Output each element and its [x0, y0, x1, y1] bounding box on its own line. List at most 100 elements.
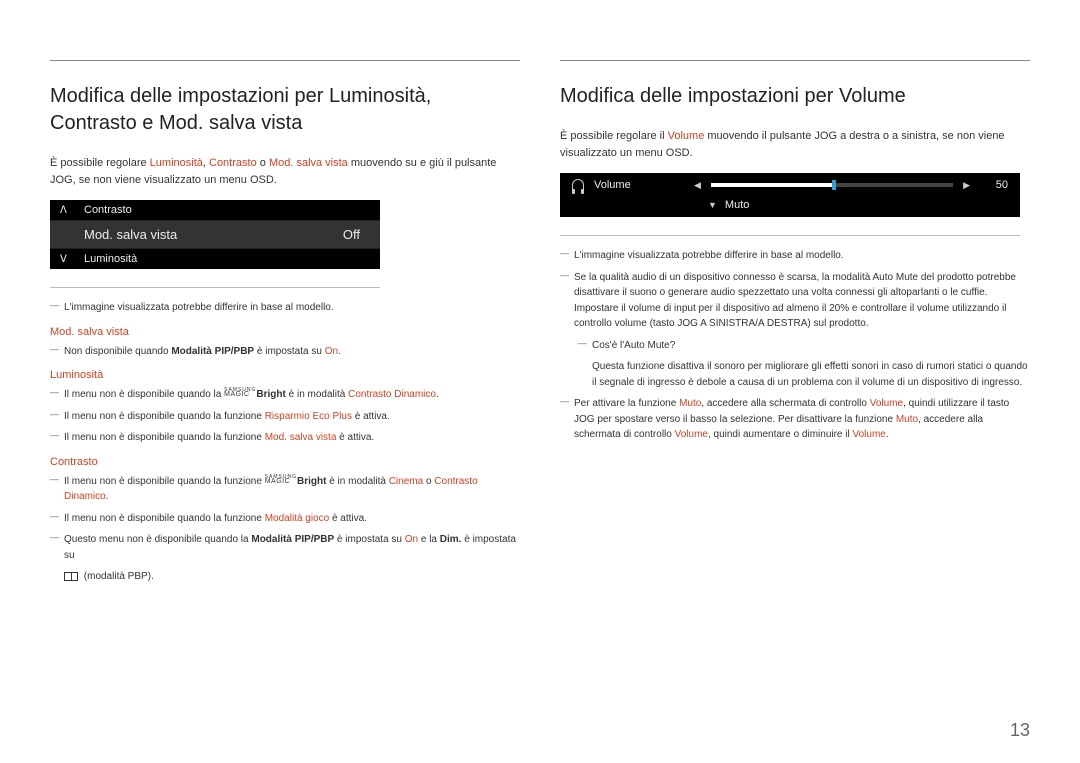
- bold: Dim.: [440, 534, 462, 545]
- text: , accedere alla schermata di controllo: [701, 398, 869, 409]
- text: Il menu non è disponibile quando la: [64, 389, 224, 400]
- note-tail: (modalità PBP).: [50, 569, 520, 585]
- hl: Mod. salva vista: [265, 432, 337, 443]
- hl: Contrasto Dinamico: [348, 389, 436, 400]
- magic-icon: SAMSUNGMAGIC: [265, 475, 297, 485]
- hl: Volume: [668, 130, 705, 142]
- text: o: [257, 157, 269, 169]
- text: È possibile regolare: [50, 157, 150, 169]
- hl: Modalità gioco: [265, 513, 329, 524]
- chevron-down-icon: ᐯ: [60, 254, 74, 265]
- page-number: 13: [1010, 720, 1030, 741]
- page-content: Modifica delle impostazioni per Luminosi…: [0, 0, 1080, 591]
- hl: Volume: [853, 429, 886, 440]
- hl: Contrasto: [209, 157, 257, 169]
- heading-right: Modifica delle impostazioni per Volume: [560, 83, 1030, 110]
- text: è in modalità: [326, 476, 388, 487]
- hl: Luminosità: [150, 157, 203, 169]
- hl: Cinema: [389, 476, 423, 487]
- intro-right: È possibile regolare il Volume muovendo …: [560, 128, 1030, 161]
- magic-icon: SAMSUNGMAGIC: [224, 388, 256, 398]
- text: e la: [418, 534, 440, 545]
- text: è in modalità: [286, 389, 348, 400]
- chevron-up-icon: ᐱ: [60, 205, 74, 216]
- section-label-con: Contrasto: [50, 456, 520, 468]
- note-image-vary: L'immagine visualizzata potrebbe differi…: [560, 248, 1030, 264]
- top-rule-left: [50, 60, 520, 61]
- bold: Modalità PIP/PBP: [251, 534, 334, 545]
- hl: Muto: [896, 414, 918, 425]
- left-column: Modifica delle impostazioni per Luminosi…: [50, 60, 520, 591]
- note: Questo menu non è disponibile quando la …: [50, 532, 520, 563]
- hl: Volume: [675, 429, 708, 440]
- bold: Modalità PIP/PBP: [171, 346, 254, 357]
- vol-value: 50: [980, 179, 1008, 191]
- slider-thumb: [832, 180, 836, 190]
- text: o: [423, 476, 434, 487]
- hl: Volume: [870, 398, 903, 409]
- osd-down-label: Luminosità: [84, 253, 370, 265]
- note: Il menu non è disponibile quando la funz…: [50, 474, 520, 505]
- separator: [560, 235, 1020, 236]
- text: Questo menu non è disponibile quando la: [64, 534, 251, 545]
- intro-left: È possibile regolare Luminosità, Contras…: [50, 155, 520, 188]
- hl: On: [325, 346, 338, 357]
- triangle-left-icon: ◀: [694, 180, 701, 191]
- hl: Mod. salva vista: [269, 157, 348, 169]
- muto-row: ▼ Muto: [560, 197, 1020, 217]
- separator: [50, 287, 380, 288]
- triangle-right-icon: ▶: [963, 180, 970, 191]
- pbp-icon: [64, 572, 78, 581]
- note: Non disponibile quando Modalità PIP/PBP …: [50, 344, 520, 360]
- text: Per attivare la funzione: [574, 398, 679, 409]
- triangle-down-icon: ▼: [708, 200, 717, 210]
- headphone-icon: [572, 179, 584, 191]
- hl: Risparmio Eco Plus: [265, 411, 352, 422]
- note-image-vary: L'immagine visualizzata potrebbe differi…: [50, 300, 520, 316]
- text: Il menu non è disponibile quando la funz…: [64, 513, 265, 524]
- text: è impostata su: [254, 346, 325, 357]
- text: .: [338, 346, 341, 357]
- text: .: [106, 491, 109, 502]
- osd-row-up: ᐱ Contrasto: [50, 200, 380, 221]
- text: Il menu non è disponibile quando la funz…: [64, 411, 265, 422]
- osd-volume: Volume ◀ ▶ 50 ▼ Muto: [560, 173, 1020, 217]
- osd-up-label: Contrasto: [84, 204, 370, 216]
- note: Il menu non è disponibile quando la funz…: [50, 511, 520, 527]
- osd-brightness: ᐱ Contrasto Mod. salva vista Off ᐯ Lumin…: [50, 200, 380, 269]
- text: (modalità PBP).: [81, 571, 154, 582]
- slider-fill: [711, 183, 832, 187]
- hl: On: [405, 534, 418, 545]
- muto-label: Muto: [725, 199, 749, 211]
- osd-row-down: ᐯ Luminosità: [50, 249, 380, 269]
- sub-note-q: Cos'è l'Auto Mute?: [578, 338, 1030, 354]
- sub-note-a: Questa funzione disattiva il sonoro per …: [592, 359, 1030, 390]
- osd-row-selected: Mod. salva vista Off: [50, 221, 380, 249]
- text: Il menu non è disponibile quando la funz…: [64, 432, 265, 443]
- text: è attiva.: [336, 432, 374, 443]
- bold: Bright: [297, 476, 326, 487]
- text: è impostata su: [334, 534, 405, 545]
- text: È possibile regolare il: [560, 130, 668, 142]
- text: Il menu non è disponibile quando la funz…: [64, 476, 265, 487]
- osd-sel-label: Mod. salva vista: [84, 227, 333, 242]
- text: , quindi aumentare o diminuire il: [708, 429, 853, 440]
- vol-label: Volume: [594, 179, 684, 191]
- bold: Bright: [256, 389, 285, 400]
- osd-sel-value: Off: [343, 227, 360, 242]
- section-label-eye: Mod. salva vista: [50, 326, 520, 338]
- text: .: [886, 429, 889, 440]
- text: Non disponibile quando: [64, 346, 171, 357]
- text: .: [436, 389, 439, 400]
- note-automute: Se la qualità audio di un dispositivo co…: [560, 270, 1030, 332]
- text: è attiva.: [352, 411, 390, 422]
- note: Il menu non è disponibile quando la funz…: [50, 430, 520, 446]
- hl: Muto: [679, 398, 701, 409]
- volume-slider: [711, 183, 953, 187]
- text: è attiva.: [329, 513, 367, 524]
- right-column: Modifica delle impostazioni per Volume È…: [560, 60, 1030, 591]
- note: Il menu non è disponibile quando la SAMS…: [50, 387, 520, 403]
- vol-row: Volume ◀ ▶ 50: [560, 173, 1020, 197]
- section-label-lum: Luminosità: [50, 369, 520, 381]
- note: Il menu non è disponibile quando la funz…: [50, 409, 520, 425]
